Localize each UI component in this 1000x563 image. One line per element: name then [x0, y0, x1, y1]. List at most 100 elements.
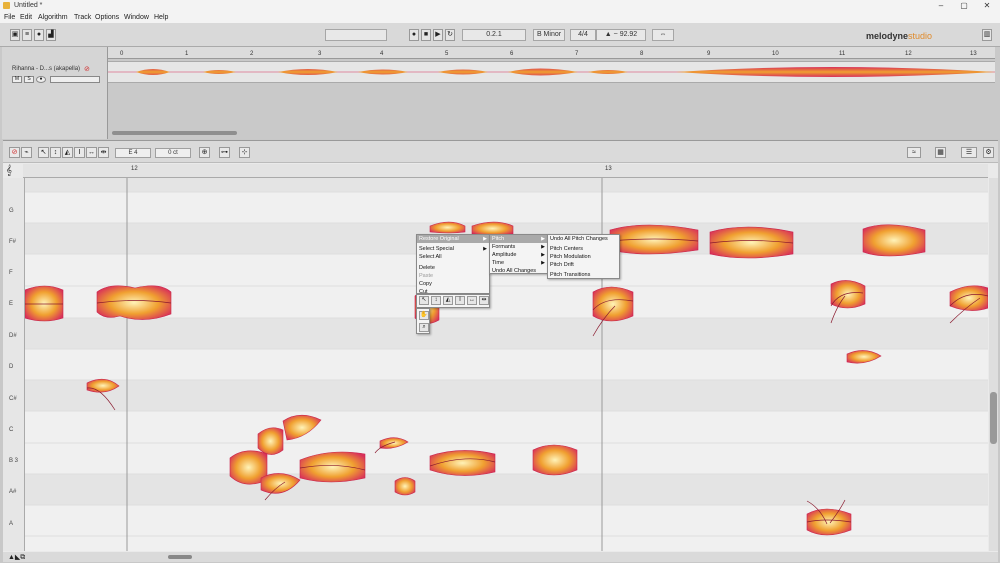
scroll-hand-icon[interactable]: ✋	[419, 311, 429, 320]
waveform	[108, 67, 995, 77]
time-signature[interactable]: 4/4	[570, 29, 596, 41]
menu-formants[interactable]: Formants ▶	[490, 243, 547, 251]
amplitude-tool-icon[interactable]: Ⅰ	[455, 296, 465, 305]
separation-tool-icon[interactable]: ⇹	[479, 296, 489, 305]
key-label: E	[9, 301, 14, 307]
layout-icon[interactable]: ▣	[10, 29, 20, 41]
menu-amplitude[interactable]: Amplitude ▶	[490, 251, 547, 259]
zoom-icon[interactable]: ⌕	[419, 323, 429, 332]
main-tool-icon[interactable]: ↖	[419, 296, 429, 305]
settings-icon[interactable]: ⚙	[983, 147, 994, 158]
waveform-view-icon[interactable]: ▟	[46, 29, 56, 41]
blob-view-icon[interactable]: ●	[34, 29, 44, 41]
menu-paste[interactable]: Paste	[417, 272, 489, 280]
correct-pitch-icon[interactable]: ⊕	[199, 147, 210, 158]
menu-copy[interactable]: Copy	[417, 280, 489, 288]
quantize-time-icon[interactable]: ⊶	[219, 147, 230, 158]
menu-options[interactable]: Options	[95, 14, 119, 21]
key-label: F	[9, 270, 13, 276]
editor-ruler[interactable]: 12 13	[23, 164, 988, 178]
track-volume-slider[interactable]	[50, 76, 100, 83]
formant-tool-icon[interactable]: ◭	[443, 296, 453, 305]
menu-pitch-modulation[interactable]: Pitch Modulation	[548, 253, 619, 261]
separation-tool-icon[interactable]: ⇹	[98, 147, 109, 158]
panel-toggle-icon[interactable]: ▥	[982, 29, 992, 41]
stop-button[interactable]: ■	[421, 29, 431, 41]
submenu-arrow-icon: ▶	[541, 244, 545, 250]
cents-field[interactable]: 0 ct	[155, 148, 191, 158]
position-display[interactable]: 0.2.1	[462, 29, 526, 41]
vertical-scroll-thumb[interactable]	[990, 392, 997, 444]
pitch-field[interactable]: E 4	[115, 148, 151, 158]
editor-toolbar: ⊘ ⌁ ↖ ↕ ◭ Ⅰ ↔ ⇹ E 4 0 ct ⊕ ⊶ ⊹ ≈ ▦ ☰ ⚙	[3, 141, 998, 163]
key-display[interactable]: B Minor	[533, 29, 565, 41]
menu-undo-all-changes[interactable]: Undo All Changes	[490, 267, 547, 275]
menu-delete[interactable]: Delete	[417, 264, 489, 272]
menu-undo-all-pitch-changes[interactable]: Undo All Pitch Changes	[548, 235, 619, 243]
list-icon[interactable]: ≡	[22, 29, 32, 41]
menu-pitch-transitions[interactable]: Pitch Transitions	[548, 271, 619, 279]
ruler-mark: 2	[250, 51, 254, 57]
menu-time[interactable]: Time ▶	[490, 259, 547, 267]
time-tool-icon[interactable]: ↔	[86, 147, 97, 158]
menu-restore-original[interactable]: Restore Original ▶	[417, 235, 489, 243]
volume-slider[interactable]	[325, 29, 387, 41]
audio-lane[interactable]	[108, 61, 995, 83]
transport-options-icon[interactable]: ⇔	[652, 29, 674, 41]
menu-algorithm[interactable]: Algorithm	[38, 14, 68, 21]
menu-select-all[interactable]: Select All	[417, 253, 489, 261]
amplitude-tool-icon[interactable]: Ⅰ	[74, 147, 85, 158]
ruler-mark: 9	[707, 51, 711, 57]
note-editor: ⊘ ⌁ ↖ ↕ ◭ Ⅰ ↔ ⇹ E 4 0 ct ⊕ ⊶ ⊹ ≈ ▦ ☰ ⚙ 𝄞…	[3, 140, 998, 562]
ruler-mark: 5	[445, 51, 449, 57]
horizontal-scroll-thumb[interactable]	[168, 555, 192, 559]
arrangement-scrollbar[interactable]	[112, 131, 237, 135]
tempo-display[interactable]: ▲ ~ 92.92	[596, 29, 646, 41]
grid-options-icon[interactable]: ☰	[961, 147, 977, 158]
minimize-button[interactable]: –	[930, 1, 952, 11]
tempo-tool-icon[interactable]: ⊹	[239, 147, 250, 158]
tool-icons[interactable]: ▲◣⧉	[8, 553, 25, 562]
pitch-tool-icon[interactable]: ↕	[50, 147, 61, 158]
submenu-arrow-icon: ▶	[541, 236, 545, 242]
submenu-arrow-icon: ▶	[483, 236, 487, 242]
metronome-icon: ▲ ~	[604, 31, 620, 38]
menu-label: Time	[492, 260, 505, 266]
mute-button[interactable]: M	[12, 76, 22, 83]
scale-icon[interactable]: ≈	[907, 147, 921, 158]
pitch-tool-icon[interactable]: ↕	[431, 296, 441, 305]
menu-track[interactable]: Track	[74, 14, 91, 21]
formant-tool-icon[interactable]: ◭	[62, 147, 73, 158]
menu-label: Pitch	[492, 236, 505, 242]
pitch-ruler[interactable]: G F# F E D# D C# C B 3 A# A	[3, 178, 25, 551]
arrangement-ruler[interactable]: 0 1 2 3 4 5 6 7 8 9 10 11 12 13	[108, 47, 995, 59]
key-label: C#	[9, 396, 17, 402]
link-icon[interactable]: ⊘	[9, 147, 20, 158]
piano-icon[interactable]: ▦	[935, 147, 946, 158]
menu-pitch[interactable]: Pitch ▶	[490, 235, 547, 243]
menu-edit[interactable]: Edit	[20, 14, 32, 21]
menu-select-special[interactable]: Select Special ▶	[417, 245, 489, 253]
record-button[interactable]: ●	[409, 29, 419, 41]
ruler-mark: 11	[839, 51, 846, 57]
submenu-arrow-icon: ▶	[541, 252, 545, 258]
context-tool-strip: ↖ ↕ ◭ Ⅰ ↔ ⇹	[416, 294, 490, 308]
menu-pitch-drift[interactable]: Pitch Drift	[548, 261, 619, 269]
menu-help[interactable]: Help	[154, 14, 168, 21]
maximize-button[interactable]: ▢	[953, 1, 975, 11]
close-button[interactable]: ✕	[976, 1, 998, 11]
time-tool-icon[interactable]: ↔	[467, 296, 477, 305]
menu-pitch-centers[interactable]: Pitch Centers	[548, 245, 619, 253]
ruler-mark: 12	[905, 51, 912, 57]
solo-button[interactable]: S	[24, 76, 34, 83]
record-arm-button[interactable]: ●	[36, 76, 46, 83]
pitch-grid-icon[interactable]: ⌁	[21, 147, 32, 158]
menu-file[interactable]: File	[4, 14, 15, 21]
play-button[interactable]: ▶	[433, 29, 443, 41]
main-tool-icon[interactable]: ↖	[38, 147, 49, 158]
horizontal-scrollbar[interactable]: ▲◣⧉	[3, 552, 998, 562]
menu-window[interactable]: Window	[124, 14, 149, 21]
link-icon[interactable]: ⊘	[84, 65, 102, 73]
loop-icon[interactable]: ↻	[445, 29, 455, 41]
vertical-scrollbar[interactable]	[989, 178, 998, 551]
